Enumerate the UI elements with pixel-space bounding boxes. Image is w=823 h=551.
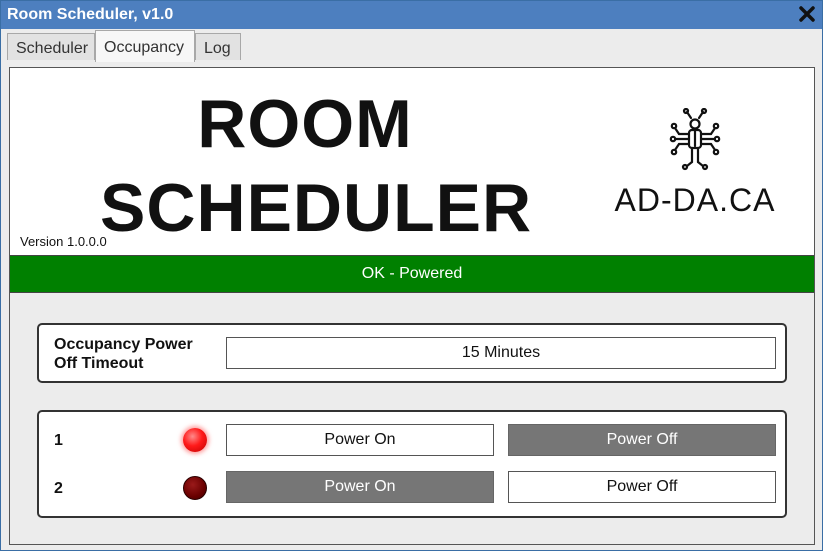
room-1-led-icon (183, 428, 207, 452)
timeout-label: Occupancy Power Off Timeout (54, 336, 193, 372)
room-2-led-icon (183, 476, 207, 500)
room-1-power-off-button[interactable]: Power Off (508, 424, 776, 456)
rooms-group: 1 Power On Power Off 2 Power On Power Of… (37, 410, 787, 518)
app-title-line1: ROOM (197, 86, 413, 162)
tab-log[interactable]: Log (195, 33, 241, 60)
circuit-person-icon (669, 108, 721, 171)
room-2-number: 2 (54, 480, 63, 497)
timeout-value-field[interactable]: 15 Minutes (226, 337, 776, 369)
app-title-line2: SCHEDULER (100, 170, 533, 246)
tab-occupancy[interactable]: Occupancy (95, 30, 195, 62)
header-banner: ROOM SCHEDULER Version 1.0.0.0 AD-DA.CA (10, 68, 814, 255)
app-title: ROOM SCHEDULER (100, 82, 533, 250)
company-logo: AD-DA.CA (605, 108, 785, 218)
room-2-power-on-button[interactable]: Power On (226, 471, 494, 503)
window-title: Room Scheduler, v1.0 (7, 6, 174, 23)
tab-scheduler[interactable]: Scheduler (7, 33, 95, 60)
app-window: Room Scheduler, v1.0 Scheduler Occupancy… (0, 0, 823, 551)
version-label: Version 1.0.0.0 (20, 234, 107, 249)
tab-strip: Scheduler Occupancy Log (1, 29, 822, 62)
logo-text: AD-DA.CA (614, 182, 776, 218)
close-icon[interactable] (798, 5, 816, 23)
title-bar[interactable]: Room Scheduler, v1.0 (1, 1, 822, 29)
room-2-power-off-button[interactable]: Power Off (508, 471, 776, 503)
timeout-group: Occupancy Power Off Timeout 15 Minutes (37, 323, 787, 383)
status-bar: OK - Powered (10, 255, 814, 293)
room-1-number: 1 (54, 432, 63, 449)
occupancy-panel: ROOM SCHEDULER Version 1.0.0.0 AD-DA.CA … (9, 67, 815, 545)
room-1-power-on-button[interactable]: Power On (226, 424, 494, 456)
